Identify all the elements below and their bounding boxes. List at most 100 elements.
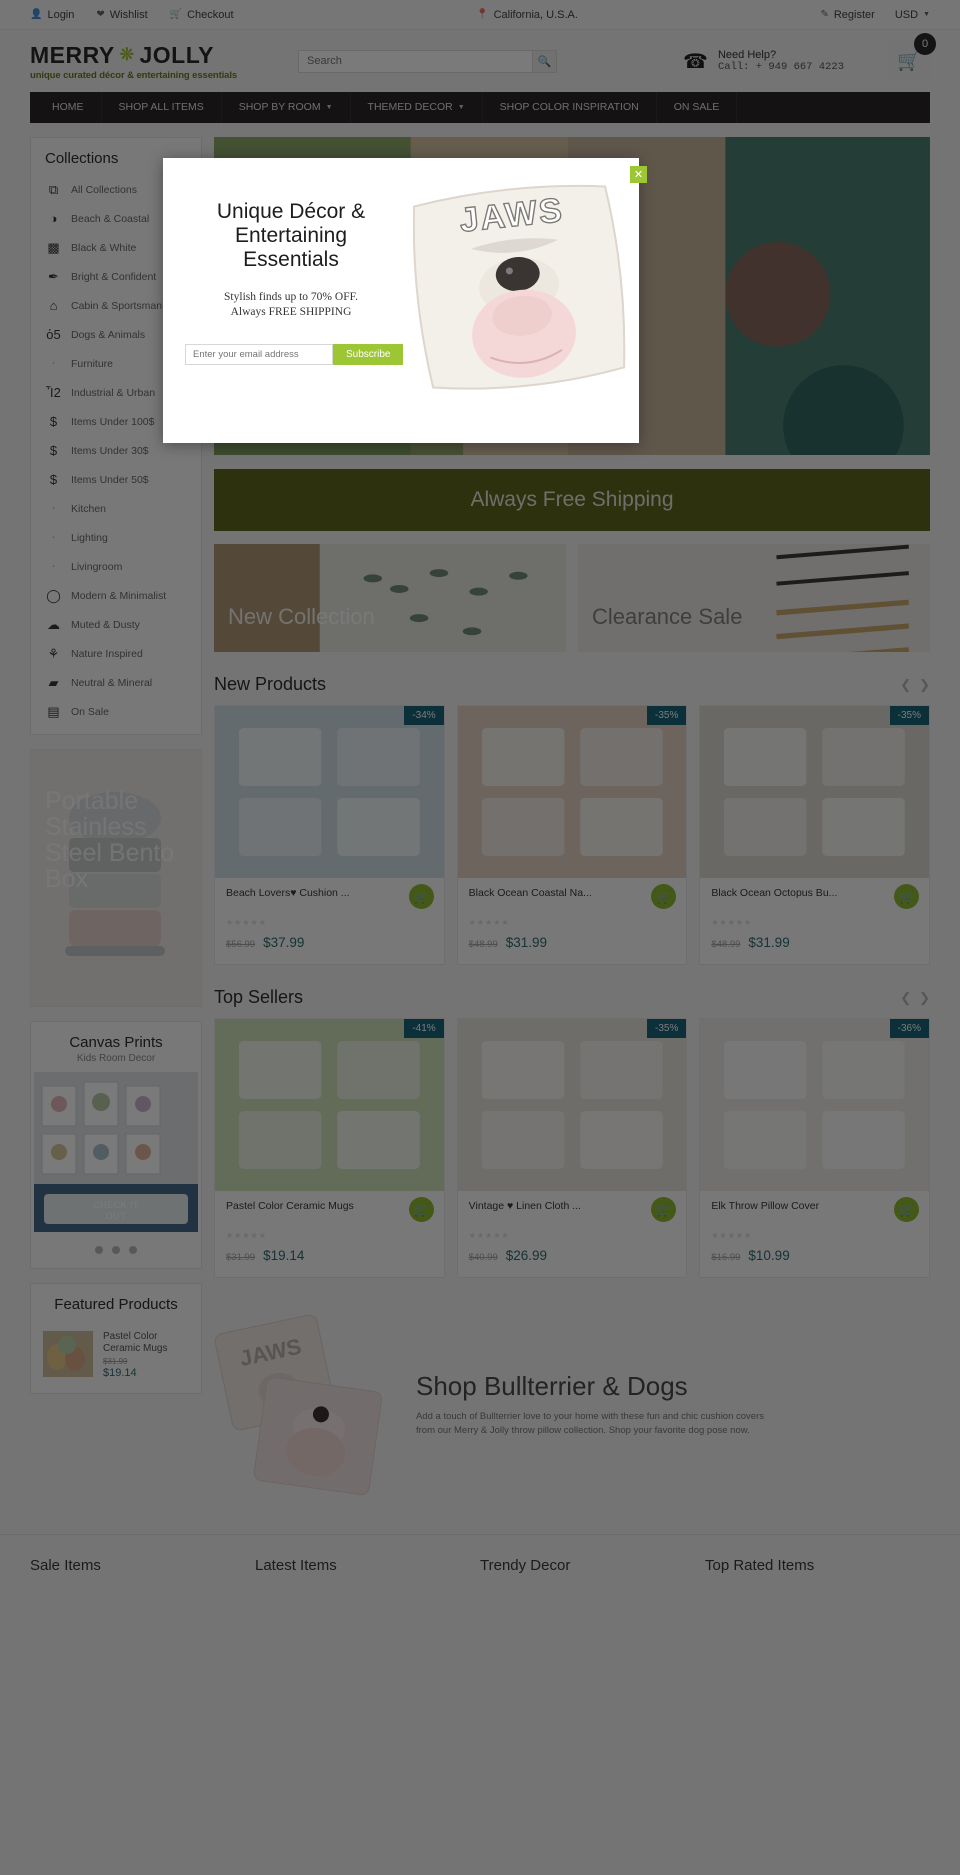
product-image[interactable]: -35%	[457, 706, 687, 878]
section-arrows[interactable]: ❮ ❯	[900, 990, 930, 1006]
product-image[interactable]: -34%	[215, 706, 444, 878]
featured-product-item[interactable]: Pastel Color Ceramic Mugs $31.99 $19.14	[31, 1321, 201, 1393]
clearance-sale-banner[interactable]: Clearance Sale	[578, 544, 930, 652]
login-link[interactable]: 👤 Login	[30, 9, 74, 21]
collection-item-livingroom[interactable]: ▪ Livingroom	[31, 552, 201, 581]
rating-stars: ★★★★★	[226, 918, 267, 927]
footer-tab-top-rated-items[interactable]: Top Rated Items	[705, 1557, 930, 1574]
product-image[interactable]: -41%	[215, 1019, 444, 1191]
currency-selector[interactable]: USD ▼	[895, 9, 930, 21]
product-name: Pastel Color Ceramic Mugs	[226, 1200, 354, 1212]
prev-arrow-icon[interactable]: ❮	[900, 990, 911, 1006]
heart-icon: ❤	[96, 9, 105, 20]
collection-item-label: Items Under 50$	[71, 473, 149, 486]
collection-item-muted-dusty[interactable]: ☁ Muted & Dusty	[31, 610, 201, 639]
next-arrow-icon[interactable]: ❯	[919, 677, 930, 693]
discount-badge: -35%	[889, 706, 930, 725]
newsletter-email-input[interactable]	[185, 344, 333, 365]
product-illustration	[215, 1019, 444, 1191]
product-image[interactable]: -35%	[700, 706, 930, 878]
nav-item-on-sale[interactable]: ON SALE	[657, 92, 738, 123]
canvas-prints-image[interactable]: CHECK IT OUT	[34, 1072, 198, 1232]
brand-logo[interactable]: MERRY ❊ JOLLY unique curated décor & ent…	[30, 42, 240, 81]
prev-arrow-icon[interactable]: ❮	[900, 677, 911, 693]
collection-item-items-under-50-[interactable]: $ Items Under 50$	[31, 465, 201, 494]
cart-plus-icon: 🛒	[413, 1202, 429, 1217]
product-info: Pastel Color Ceramic Mugs ★★★★★ $31.99 $19.…	[215, 1191, 444, 1277]
product-illustration	[457, 1019, 687, 1191]
collection-item-lighting[interactable]: ▪ Lighting	[31, 523, 201, 552]
topbar-right-links: ✎ Register USD ▼	[820, 9, 930, 21]
product-card[interactable]: -34% Beach Lovers♥ Cushion ... ★★★★★ $56.99…	[214, 705, 445, 965]
product-card[interactable]: -35% Vintage ♥ Linen Cloth ... ★★★★★ $40.99…	[456, 1018, 688, 1278]
collection-item-kitchen[interactable]: ▪ Kitchen	[31, 494, 201, 523]
footer-tab-latest-items[interactable]: Latest Items	[255, 1557, 480, 1574]
collection-item-label: Neutral & Mineral	[71, 676, 153, 689]
wishlist-link[interactable]: ❤ Wishlist	[96, 9, 147, 21]
search-input[interactable]	[298, 49, 533, 73]
collection-item-label: All Collections	[71, 183, 137, 196]
chevron-down-icon: ▼	[457, 104, 465, 111]
product-card[interactable]: -36% Elk Throw Pillow Cover ★★★★★ $16.99 $10…	[699, 1018, 931, 1278]
newsletter-heading: Unique Décor & Entertaining Essentials	[216, 200, 366, 271]
squares-icon: ▩	[47, 239, 60, 255]
collection-item-nature-inspired[interactable]: ⚘ Nature Inspired	[31, 639, 201, 668]
sidebar-promo-bento[interactable]: Portable Stainless Steel Bento Box	[30, 749, 202, 1007]
featured-product-thumb	[43, 1331, 93, 1377]
new-collection-banner[interactable]: New Collection	[214, 544, 566, 652]
product-image[interactable]: -36%	[700, 1019, 930, 1191]
product-card[interactable]: -35% Black Ocean Octopus Bu... ★★★★★ $48.99…	[699, 705, 931, 965]
nav-item-shop-by-room[interactable]: SHOP BY ROOM ▼	[222, 92, 351, 123]
footer-tab-trendy-decor[interactable]: Trendy Decor	[480, 1557, 705, 1574]
jaws-pillow-illustration: JAWS	[214, 1314, 383, 1496]
register-link[interactable]: ✎ Register	[820, 9, 874, 21]
dot-3[interactable]	[129, 1246, 137, 1254]
next-arrow-icon[interactable]: ❯	[919, 990, 930, 1006]
wishlist-label: Wishlist	[109, 8, 148, 21]
newsletter-subtext-line1: Stylish finds up to 70% OFF.	[224, 291, 358, 303]
featured-products-title: Featured Products	[54, 1296, 178, 1313]
tag-plus-icon: ⧉	[48, 181, 59, 197]
price-row: $40.99 $26.99	[469, 1248, 676, 1263]
add-to-cart-button[interactable]: 🛒	[894, 1197, 920, 1222]
add-to-cart-button[interactable]: 🛒	[408, 884, 434, 909]
search-button[interactable]: 🔍	[533, 49, 557, 73]
close-icon[interactable]: ✕	[630, 166, 647, 183]
search-icon: 🔍	[537, 55, 552, 68]
cart-button[interactable]: 🛒 0	[888, 33, 936, 81]
product-illustration	[700, 706, 930, 878]
newsletter-modal-right: JAWS	[413, 158, 639, 443]
add-to-cart-button[interactable]: 🛒	[408, 1197, 434, 1222]
bullterrier-image[interactable]: JAWS	[214, 1309, 404, 1499]
newsletter-subscribe-button[interactable]: Subscribe	[333, 344, 404, 365]
nav-item-home[interactable]: HOME	[30, 92, 102, 123]
collection-item-on-sale[interactable]: ▤ On Sale	[31, 697, 201, 726]
nav-item-shop-color-inspiration[interactable]: SHOP COLOR INSPIRATION	[483, 92, 657, 123]
discount-badge: -35%	[646, 1019, 687, 1038]
dot-2[interactable]	[112, 1246, 120, 1254]
product-info: Elk Throw Pillow Cover ★★★★★ $16.99 $10.99 🛒	[700, 1191, 929, 1277]
nav-item-themed-decor[interactable]: THEMED DECOR ▼	[351, 92, 483, 123]
help-phone: Call: + 949 667 4223	[717, 61, 844, 73]
topbar-left-links: 👤 Login ❤ Wishlist 🛒 Checkout	[30, 9, 234, 21]
product-image[interactable]: -35%	[457, 1019, 687, 1191]
checkout-link[interactable]: 🛒 Checkout	[170, 9, 234, 21]
collection-item-label: Cabin & Sportsman	[71, 299, 163, 312]
dot-1[interactable]	[95, 1246, 103, 1254]
nav-item-label: SHOP COLOR INSPIRATION	[499, 101, 639, 113]
footer-tab-sale-items[interactable]: Sale Items	[30, 1557, 255, 1574]
section-arrows[interactable]: ❮ ❯	[900, 677, 930, 693]
bullterrier-promo: JAWS Shop Bullterrier & Dogs Add a touch…	[214, 1304, 930, 1504]
bullet-icon: ▪	[52, 563, 55, 570]
add-to-cart-button[interactable]: 🛒	[894, 884, 920, 909]
collection-item-label: Black & White	[71, 241, 137, 254]
nav-item-shop-all-items[interactable]: SHOP ALL ITEMS	[102, 92, 222, 123]
canvas-cta[interactable]: CHECK IT OUT	[34, 1200, 198, 1222]
collection-item-modern-minimalist[interactable]: ◯ Modern & Minimalist	[31, 581, 201, 610]
bullterrier-title: Shop Bullterrier & Dogs	[416, 1370, 688, 1401]
bullterrier-text: Shop Bullterrier & Dogs Add a touch of B…	[404, 1371, 768, 1438]
canvas-carousel-dots[interactable]	[31, 1232, 201, 1254]
product-card[interactable]: -35% Black Ocean Coastal Na... ★★★★★ $48.99…	[456, 705, 688, 965]
collection-item-neutral-mineral[interactable]: ▰ Neutral & Mineral	[31, 668, 201, 697]
product-card[interactable]: -41% Pastel Color Ceramic Mugs ★★★★★ $31.99…	[214, 1018, 445, 1278]
